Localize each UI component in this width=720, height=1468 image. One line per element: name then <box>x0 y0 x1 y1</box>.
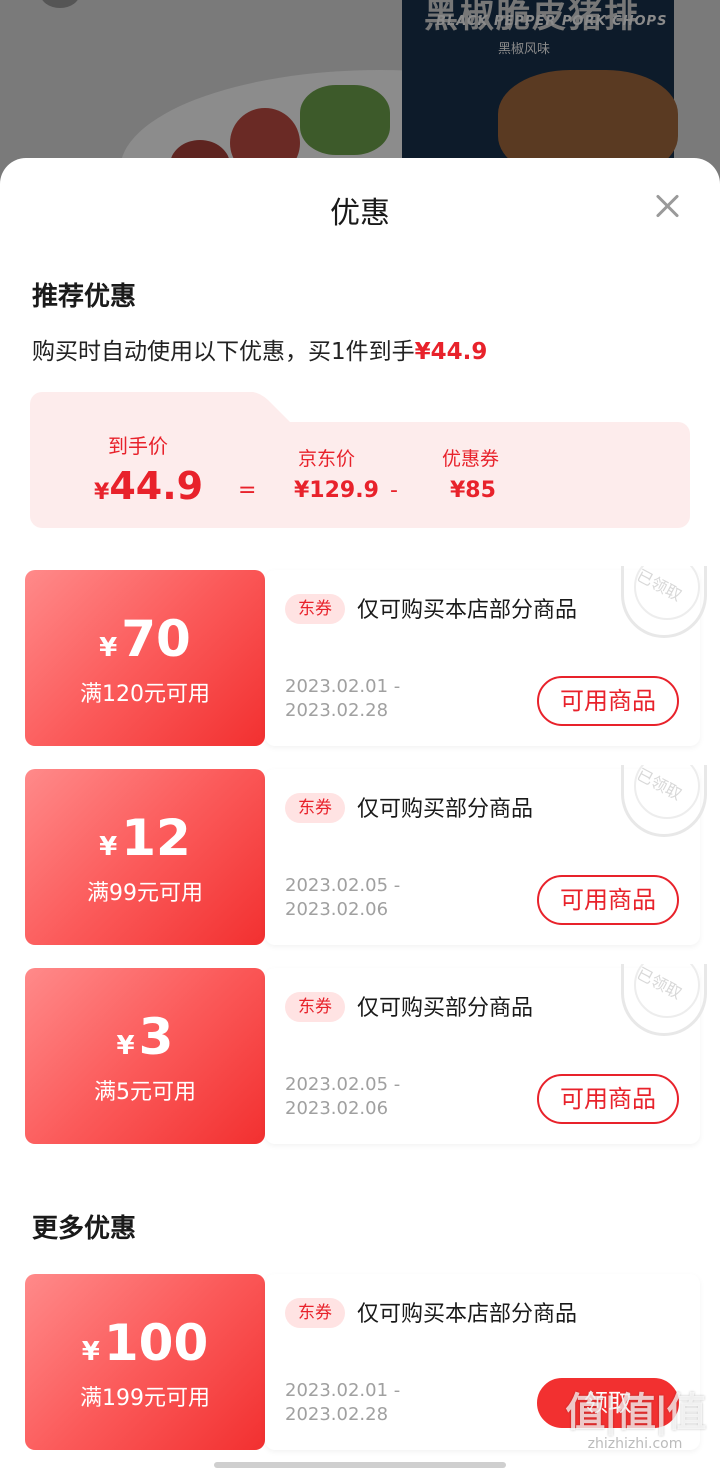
more-offers-title: 更多优惠 <box>32 1214 137 1244</box>
coupon-scope: 仅可购买本店部分商品 <box>357 598 578 623</box>
final-price-value: 44.9 <box>109 464 204 508</box>
available-goods-button[interactable]: 可用商品 <box>537 1074 679 1124</box>
coupon-amount-value: 12 <box>121 809 191 867</box>
coupon-scope: 仅可购买本店部分商品 <box>357 1302 578 1327</box>
minus-sign: - <box>390 478 398 503</box>
jd-price-label: 京东价 <box>298 448 356 470</box>
final-yen: ¥ <box>94 480 110 505</box>
coupon-amount-value: 70 <box>121 610 191 668</box>
coupon-date-end: 2023.02.28 <box>285 700 389 721</box>
coupon-date-end: 2023.02.28 <box>285 1404 389 1425</box>
desc-price: ¥44.9 <box>414 339 488 365</box>
coupon-card: ¥12 满99元可用 已领取 东券 仅可购买部分商品 2023.02.05 - … <box>25 765 707 945</box>
sheet-title: 优惠 <box>330 196 390 231</box>
watermark-logo: 值|值|值 <box>565 1390 706 1436</box>
coupon-total-label: 优惠券 <box>442 448 500 470</box>
coupon-tag: 东券 <box>285 793 345 823</box>
coupon-date-start: 2023.02.05 - <box>285 875 401 896</box>
coupon-total: ¥85 <box>450 478 496 503</box>
jd-price: ¥129.9 <box>294 478 379 503</box>
coupon-info-panel: 已领取 东券 仅可购买部分商品 2023.02.05 - 2023.02.06 … <box>265 765 707 945</box>
final-price-label: 到手价 <box>108 434 168 458</box>
yen-symbol: ¥ <box>116 1031 135 1061</box>
close-icon[interactable] <box>650 188 686 224</box>
coupon-value-panel: ¥12 满99元可用 <box>25 769 265 945</box>
coupon-tag: 东券 <box>285 992 345 1022</box>
coupon-amount-value: 3 <box>138 1008 174 1066</box>
yen-symbol: ¥ <box>81 1337 100 1367</box>
coupon-condition: 满120元可用 <box>80 682 210 707</box>
coupon-tag: 东券 <box>285 1298 345 1328</box>
yen-symbol: ¥ <box>99 832 118 862</box>
coupon-sheet: 优惠 推荐优惠 购买时自动使用以下优惠，买1件到手¥44.9 到手价 ¥44.9… <box>0 158 720 1468</box>
coupon-info-panel: 已领取 东券 仅可购买本店部分商品 2023.02.01 - 2023.02.2… <box>265 566 707 746</box>
coupon-scope: 仅可购买部分商品 <box>357 996 534 1021</box>
recommended-title: 推荐优惠 <box>32 282 137 312</box>
price-summary: 到手价 ¥44.9 = 京东价 ¥129.9 - 优惠券 ¥85 <box>30 392 690 528</box>
package-flavor: 黑椒风味 <box>498 42 551 57</box>
product-package-image: 黑椒脆皮猪排 BLACK PEPPER PORK CHOPS 黑椒风味 <box>402 0 678 180</box>
watermark-url: zhizhizhi.com <box>587 1436 683 1452</box>
recommended-desc: 购买时自动使用以下优惠，买1件到手¥44.9 <box>32 332 487 366</box>
desc-text: 购买时自动使用以下优惠，买1件到手 <box>32 339 415 365</box>
broccoli-image <box>300 85 390 155</box>
claimed-stamp-icon: 已领取 <box>621 566 707 638</box>
coupon-card: ¥3 满5元可用 已领取 东券 仅可购买部分商品 2023.02.05 - 20… <box>25 964 707 1144</box>
equals-sign: = <box>238 478 257 503</box>
coupon-amount: ¥70 <box>25 610 265 668</box>
coupon-date-end: 2023.02.06 <box>285 899 389 920</box>
coupon-value-panel: ¥3 满5元可用 <box>25 968 265 1144</box>
coupon-amount-value: 100 <box>103 1314 209 1372</box>
package-subtitle: BLACK PEPPER PORK CHOPS <box>436 14 668 29</box>
coupon-amount: ¥12 <box>25 809 265 867</box>
coupon-date-start: 2023.02.01 - <box>285 1380 401 1401</box>
coupon-value-panel: ¥70 满120元可用 <box>25 570 265 746</box>
coupon-tag: 东券 <box>285 594 345 624</box>
avatar <box>40 0 80 8</box>
coupon-date-end: 2023.02.06 <box>285 1098 389 1119</box>
coupon-amount: ¥100 <box>25 1314 265 1372</box>
claimed-stamp-icon: 已领取 <box>621 765 707 837</box>
claimed-stamp-icon: 已领取 <box>621 964 707 1036</box>
coupon-condition: 满199元可用 <box>80 1386 210 1411</box>
coupon-info-panel: 已领取 东券 仅可购买部分商品 2023.02.05 - 2023.02.06 … <box>265 964 707 1144</box>
available-goods-button[interactable]: 可用商品 <box>537 875 679 925</box>
coupon-amount: ¥3 <box>25 1008 265 1066</box>
final-price: ¥44.9 <box>94 464 203 508</box>
coupon-condition: 满99元可用 <box>87 881 203 906</box>
coupon-value-panel: ¥100 满199元可用 <box>25 1274 265 1450</box>
watermark: 值|值|值 zhizhizhi.com <box>560 1380 710 1452</box>
available-goods-button[interactable]: 可用商品 <box>537 676 679 726</box>
coupon-scope: 仅可购买部分商品 <box>357 797 534 822</box>
home-indicator[interactable] <box>214 1462 506 1468</box>
coupon-date-start: 2023.02.05 - <box>285 1074 401 1095</box>
coupon-date-start: 2023.02.01 - <box>285 676 401 697</box>
coupon-condition: 满5元可用 <box>94 1080 196 1105</box>
coupon-card: ¥70 满120元可用 已领取 东券 仅可购买本店部分商品 2023.02.01… <box>25 566 707 746</box>
yen-symbol: ¥ <box>99 633 118 663</box>
